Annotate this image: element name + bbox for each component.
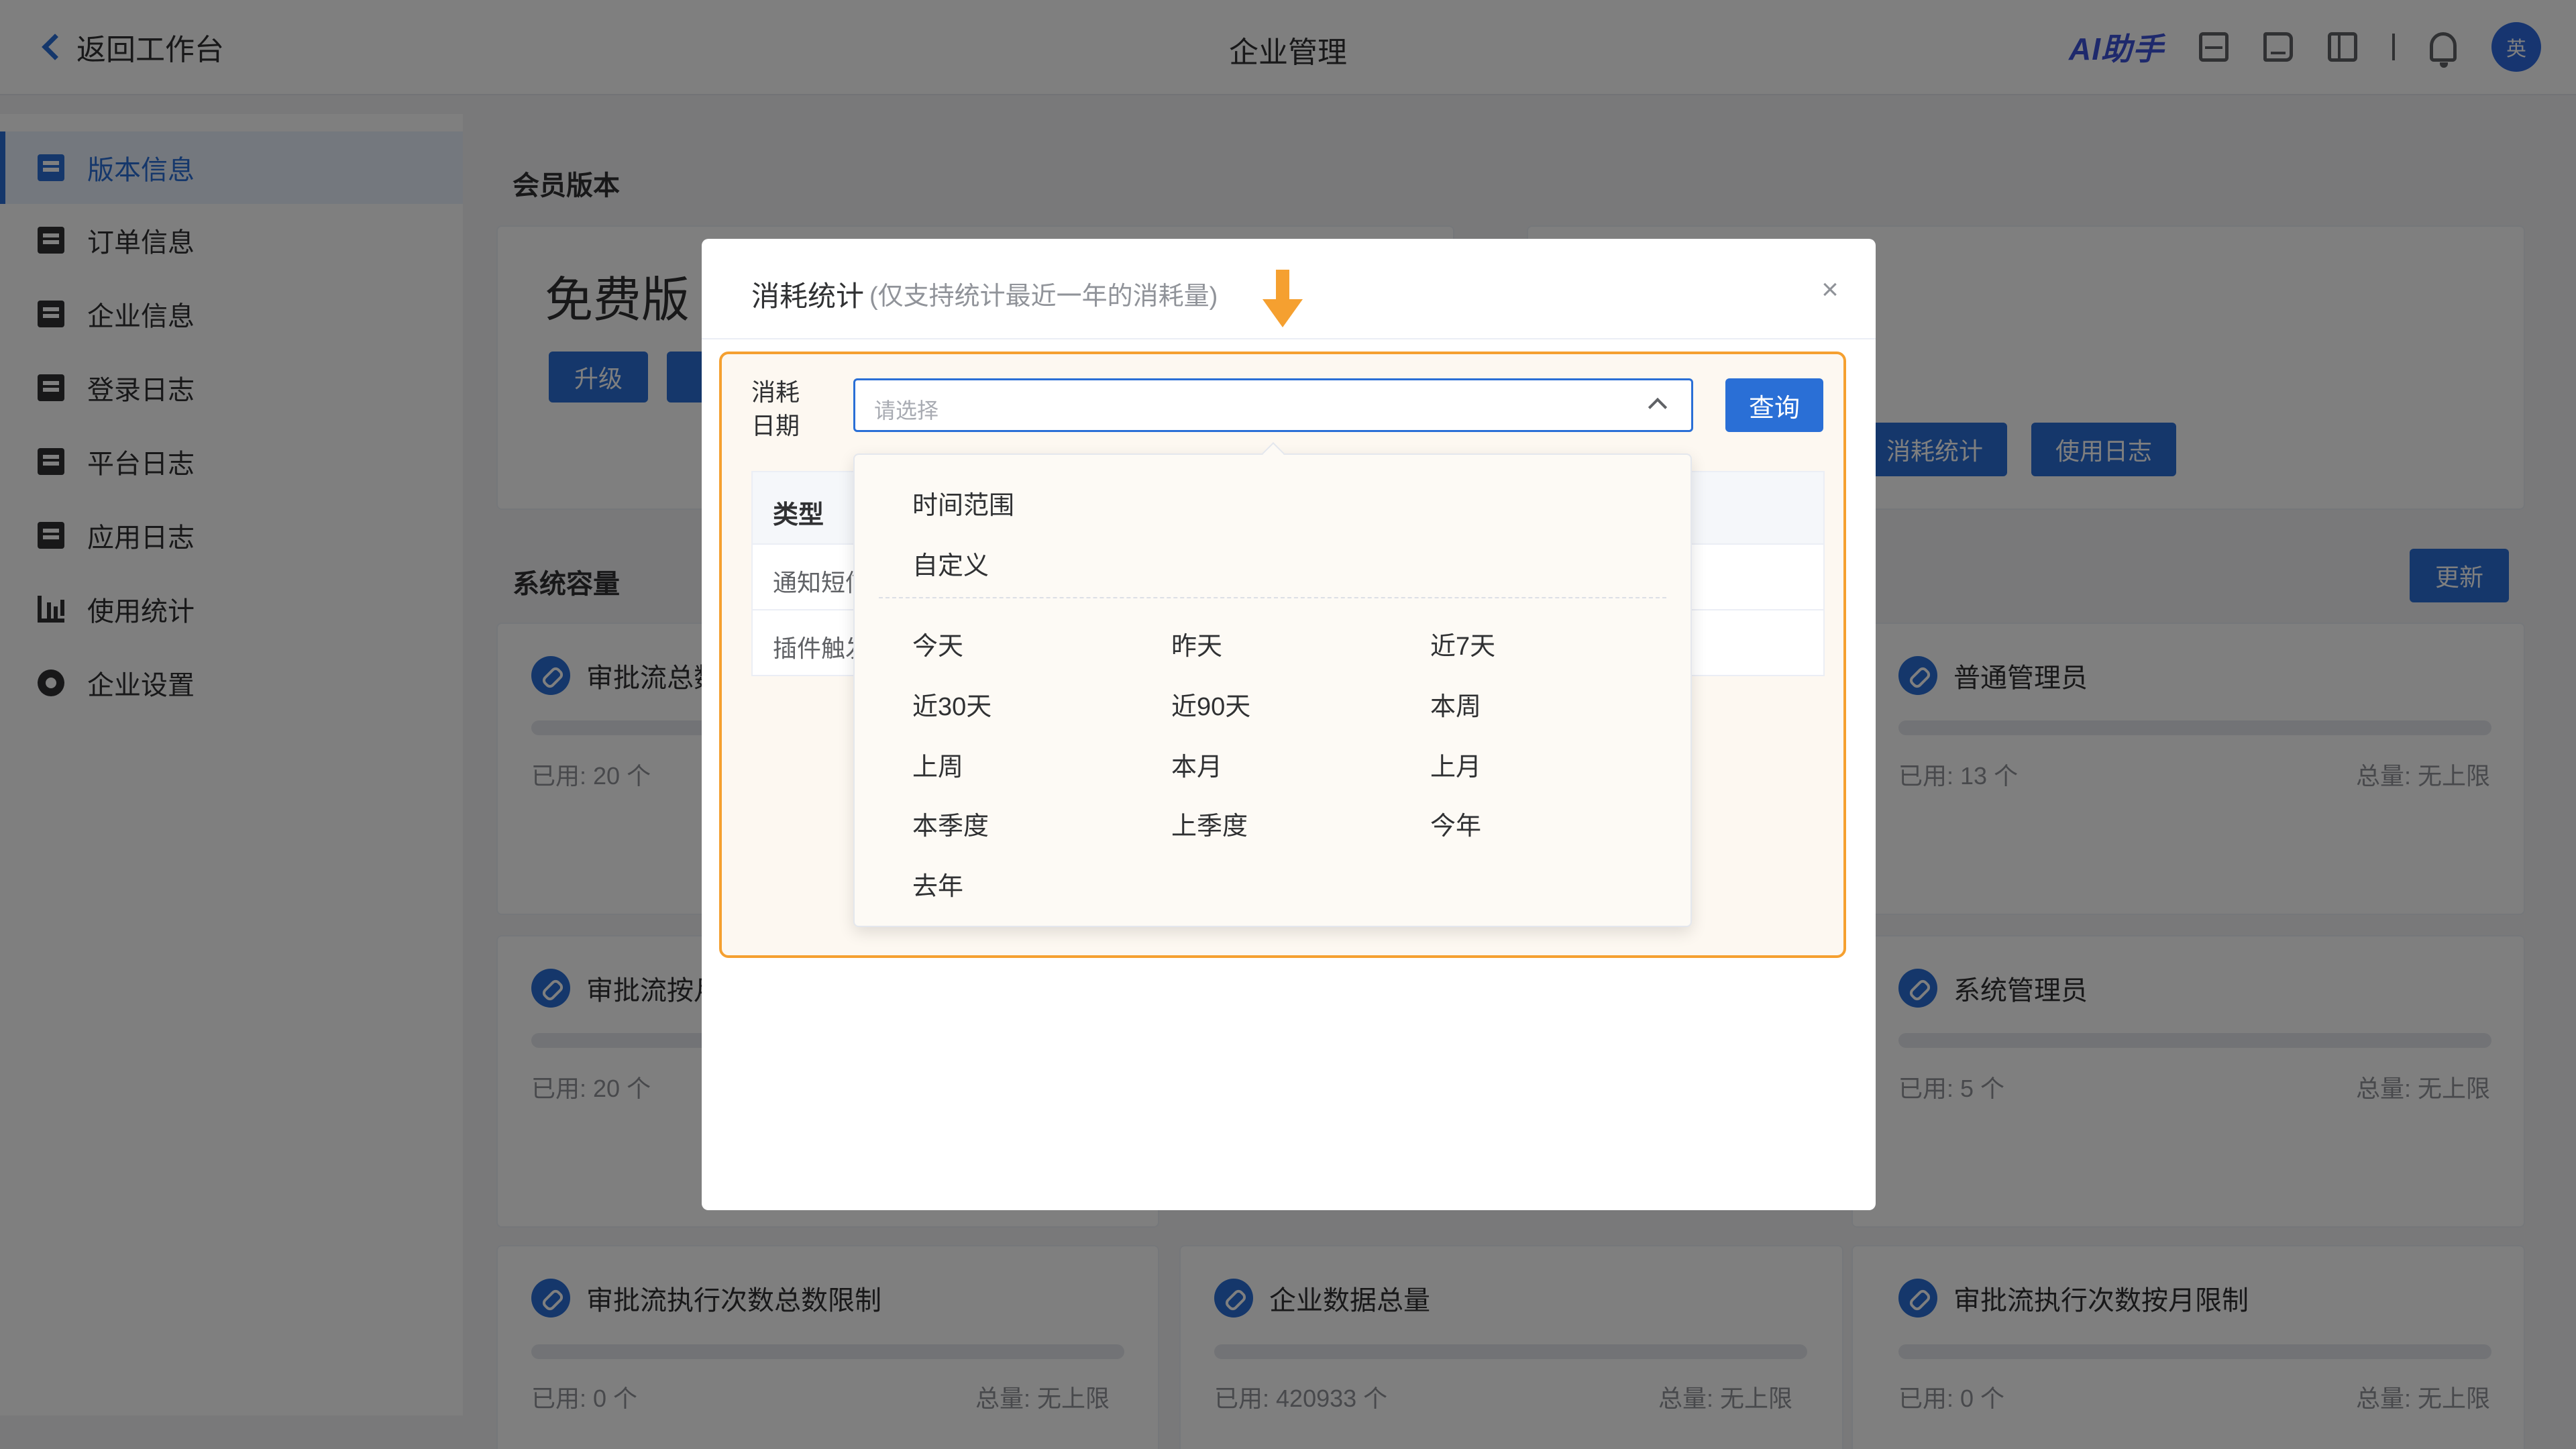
option-this-week[interactable]: 本周 [1430, 686, 1481, 722]
option-last-30-days[interactable]: 近30天 [912, 686, 991, 722]
select-placeholder: 请选择 [874, 398, 939, 423]
dialog-subtitle: (仅支持统计最近一年的消耗量) [869, 282, 1218, 311]
option-last-7-days[interactable]: 近7天 [1430, 625, 1495, 662]
option-this-month[interactable]: 本月 [1171, 746, 1222, 783]
option-yesterday[interactable]: 昨天 [1171, 625, 1222, 662]
option-this-quarter[interactable]: 本季度 [912, 805, 989, 842]
consume-date-label: 消耗日期 [751, 378, 800, 439]
option-this-year[interactable]: 今年 [1430, 805, 1481, 842]
date-range-select[interactable]: 请选择 [853, 378, 1693, 432]
dropdown-divider [879, 597, 1666, 598]
option-last-year[interactable]: 去年 [912, 865, 963, 902]
arrow-down-icon [1263, 270, 1303, 329]
column-type: 类型 [773, 501, 824, 529]
chevron-up-icon [1648, 397, 1668, 417]
dialog-header: 消耗统计 (仅支持统计最近一年的消耗量) × [702, 239, 1876, 339]
option-last-week[interactable]: 上周 [912, 746, 963, 783]
option-last-month[interactable]: 上月 [1430, 746, 1481, 783]
query-button[interactable]: 查询 [1725, 378, 1823, 432]
option-today[interactable]: 今天 [912, 625, 963, 662]
close-icon[interactable]: × [1817, 275, 1843, 305]
option-last-90-days[interactable]: 近90天 [1171, 686, 1250, 722]
dialog-title: 消耗统计 [751, 280, 865, 312]
option-time-range[interactable]: 时间范围 [912, 484, 1014, 521]
option-custom[interactable]: 自定义 [912, 545, 989, 582]
option-last-quarter[interactable]: 上季度 [1171, 805, 1248, 842]
